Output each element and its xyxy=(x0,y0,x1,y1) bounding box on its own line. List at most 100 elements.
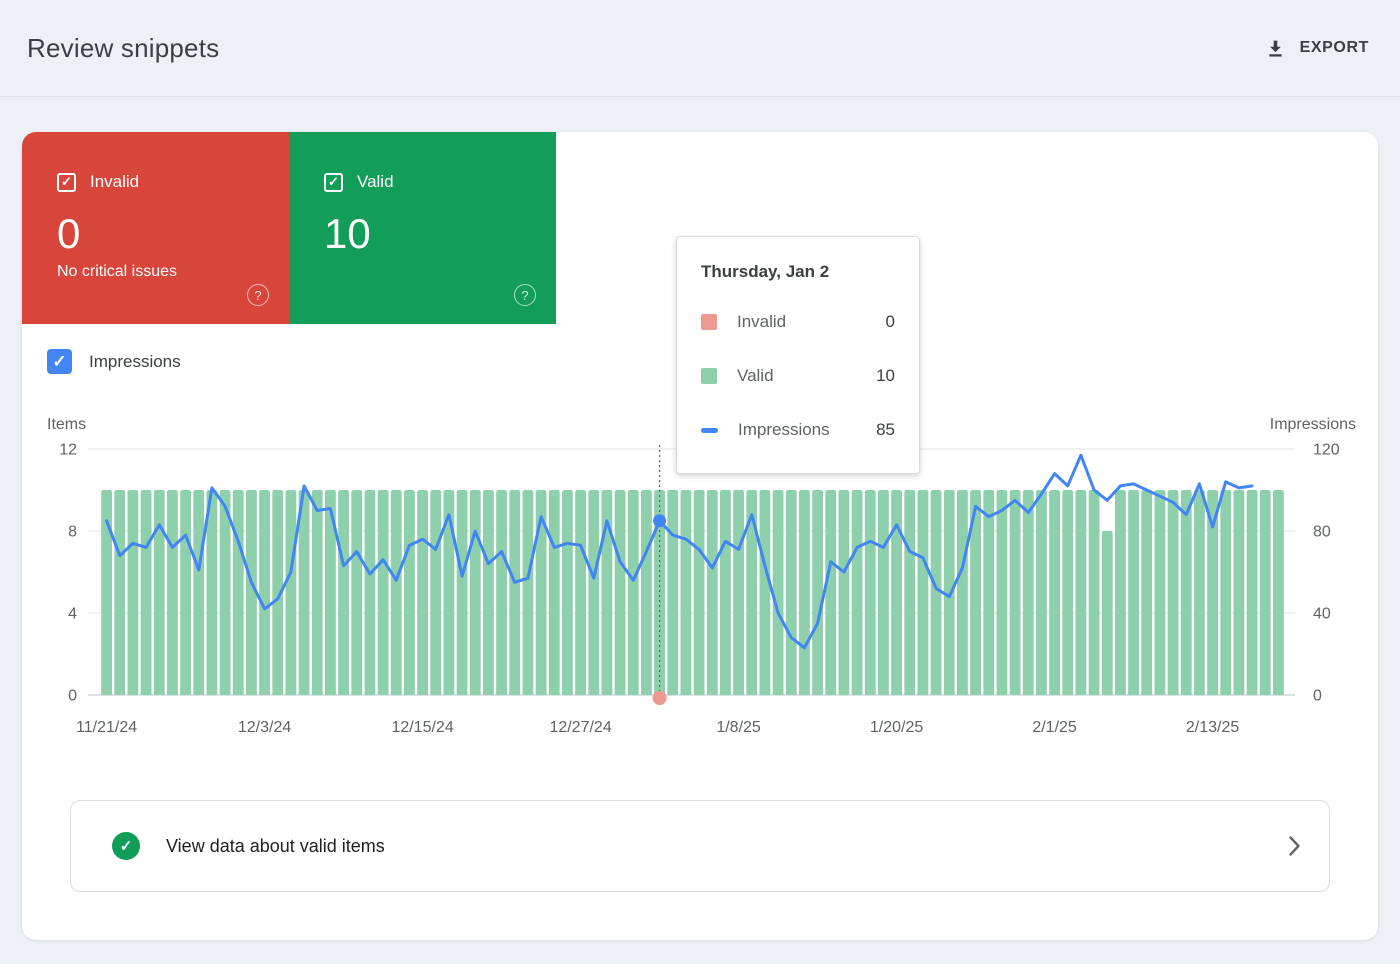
valid-bar[interactable] xyxy=(1181,490,1192,695)
valid-bar[interactable] xyxy=(1102,531,1113,695)
valid-bar[interactable] xyxy=(549,490,560,695)
export-button[interactable]: EXPORT xyxy=(1261,30,1373,67)
valid-bar[interactable] xyxy=(523,490,534,695)
impressions-checkbox[interactable]: ✓ xyxy=(47,349,72,374)
valid-bar[interactable] xyxy=(141,490,152,695)
valid-bar[interactable] xyxy=(470,490,481,695)
valid-bar[interactable] xyxy=(904,490,915,695)
valid-bar[interactable] xyxy=(1128,490,1139,695)
valid-bar[interactable] xyxy=(628,490,639,695)
valid-bar[interactable] xyxy=(180,490,191,695)
valid-bar[interactable] xyxy=(233,490,244,695)
valid-bar[interactable] xyxy=(509,490,520,695)
valid-bar[interactable] xyxy=(1010,490,1021,695)
valid-bar[interactable] xyxy=(865,490,876,695)
valid-bar[interactable] xyxy=(575,490,586,695)
valid-bar[interactable] xyxy=(167,490,178,695)
valid-bar[interactable] xyxy=(957,490,968,695)
valid-bar[interactable] xyxy=(1049,490,1060,695)
impressions-toggle[interactable]: ✓ Impressions xyxy=(47,349,181,374)
valid-bar[interactable] xyxy=(457,490,468,695)
left-axis-title: Items xyxy=(47,416,86,433)
valid-bar[interactable] xyxy=(1023,490,1034,695)
left-axis-tick: 8 xyxy=(68,524,77,541)
valid-bar[interactable] xyxy=(983,490,994,695)
valid-bar[interactable] xyxy=(707,490,718,695)
valid-bar[interactable] xyxy=(1260,490,1271,695)
valid-bar[interactable] xyxy=(720,490,731,695)
valid-bar[interactable] xyxy=(773,490,784,695)
valid-bar[interactable] xyxy=(1076,490,1087,695)
valid-checkbox[interactable]: ✓ xyxy=(324,173,343,192)
valid-bar[interactable] xyxy=(338,490,349,695)
valid-bar[interactable] xyxy=(588,490,599,695)
download-icon xyxy=(1265,38,1286,59)
valid-bar[interactable] xyxy=(1115,490,1126,695)
valid-bar[interactable] xyxy=(259,490,270,695)
valid-bar[interactable] xyxy=(852,490,863,695)
valid-bar[interactable] xyxy=(694,490,705,695)
help-icon[interactable]: ? xyxy=(247,284,269,306)
x-axis-tick: 2/1/25 xyxy=(1032,719,1077,736)
valid-bar[interactable] xyxy=(351,490,362,695)
x-axis-tick: 1/8/25 xyxy=(716,719,761,736)
valid-bar[interactable] xyxy=(997,490,1008,695)
valid-bar[interactable] xyxy=(825,490,836,695)
valid-bar[interactable] xyxy=(299,490,310,695)
valid-bar[interactable] xyxy=(312,490,323,695)
tooltip-impressions-label: Impressions xyxy=(738,420,876,440)
page-header: Review snippets EXPORT xyxy=(0,0,1400,97)
valid-bar[interactable] xyxy=(430,490,441,695)
valid-bar[interactable] xyxy=(1194,490,1205,695)
valid-bar[interactable] xyxy=(1220,490,1231,695)
valid-bar[interactable] xyxy=(220,490,231,695)
valid-bar[interactable] xyxy=(786,490,797,695)
valid-count: 10 xyxy=(324,211,532,257)
valid-bar[interactable] xyxy=(378,490,389,695)
valid-bar[interactable] xyxy=(1089,490,1100,695)
valid-bar[interactable] xyxy=(1247,490,1258,695)
invalid-status-card[interactable]: ✓ Invalid 0 No critical issues ? xyxy=(22,132,289,324)
valid-bar[interactable] xyxy=(681,490,692,695)
valid-bar[interactable] xyxy=(391,490,402,695)
valid-bar[interactable] xyxy=(1168,490,1179,695)
tooltip-invalid-value: 0 xyxy=(886,312,895,332)
valid-bar[interactable] xyxy=(483,490,494,695)
help-icon[interactable]: ? xyxy=(514,284,536,306)
valid-bar[interactable] xyxy=(667,490,678,695)
valid-bar[interactable] xyxy=(417,490,428,695)
valid-bar[interactable] xyxy=(114,490,125,695)
valid-bar[interactable] xyxy=(760,490,771,695)
valid-bar[interactable] xyxy=(1155,490,1166,695)
valid-bar[interactable] xyxy=(1234,490,1245,695)
valid-bar[interactable] xyxy=(839,490,850,695)
tooltip-row-impressions: Impressions 85 xyxy=(701,403,895,457)
valid-bar[interactable] xyxy=(286,490,297,695)
valid-bar[interactable] xyxy=(1062,490,1073,695)
tooltip-valid-value: 10 xyxy=(876,366,895,386)
valid-card-label: Valid xyxy=(357,172,394,192)
valid-bar[interactable] xyxy=(878,490,889,695)
valid-bar[interactable] xyxy=(891,490,902,695)
valid-bar[interactable] xyxy=(128,490,139,695)
valid-bar[interactable] xyxy=(1207,490,1218,695)
valid-bar[interactable] xyxy=(365,490,376,695)
valid-bar[interactable] xyxy=(1273,490,1284,695)
valid-bar[interactable] xyxy=(641,490,652,695)
valid-bar[interactable] xyxy=(496,490,507,695)
valid-bar[interactable] xyxy=(615,490,626,695)
valid-bar[interactable] xyxy=(1036,490,1047,695)
valid-bar[interactable] xyxy=(918,490,929,695)
valid-bar[interactable] xyxy=(1141,490,1152,695)
valid-bar[interactable] xyxy=(404,490,415,695)
view-valid-items-button[interactable]: ✓ View data about valid items xyxy=(70,800,1330,892)
valid-bar[interactable] xyxy=(799,490,810,695)
valid-bar[interactable] xyxy=(733,490,744,695)
valid-status-card[interactable]: ✓ Valid 10 ? xyxy=(289,132,556,324)
invalid-checkbox[interactable]: ✓ xyxy=(57,173,76,192)
valid-bar[interactable] xyxy=(193,490,204,695)
valid-bar[interactable] xyxy=(562,490,573,695)
valid-bar[interactable] xyxy=(812,490,823,695)
valid-bar[interactable] xyxy=(154,490,165,695)
hover-dot-invalid xyxy=(653,691,667,705)
